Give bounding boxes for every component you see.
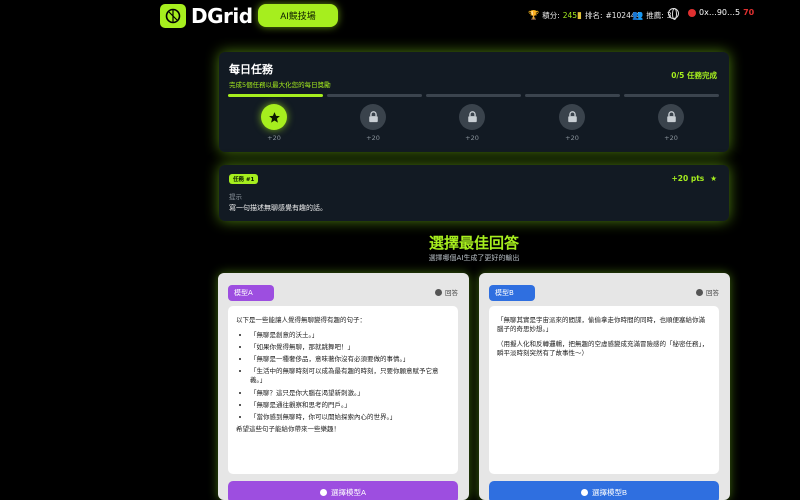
task-number-badge: 任務 #1: [229, 174, 259, 184]
rank-stat: ▮ 排名: #102444: [577, 10, 640, 21]
top-bar: DGrid AI競技場 🏆 積分: 245 ▮ 排名: #102444 👥 推薦: 3…: [0, 0, 800, 32]
task-points: +20 pts ★: [672, 174, 718, 183]
response-outro: 希望這些句子能給你帶來一些樂趣！: [236, 424, 340, 433]
node-points: +20: [366, 134, 380, 142]
model-a-response: 以下是一些能讓人覺得無聊變得有趣的句子： 「無聊是創意的沃土。」 「如果你覺得無…: [228, 306, 458, 474]
points-stat: 🏆 積分: 245: [528, 10, 577, 21]
task-node-1[interactable]: [261, 104, 287, 130]
task-node-4[interactable]: [559, 104, 585, 130]
prompt-text: 寫一句描述無聊感覺有趣的話。: [229, 204, 327, 212]
task-node-2[interactable]: [360, 104, 386, 130]
star-icon: ★: [710, 174, 717, 183]
wallet-suffix: 70: [743, 8, 755, 17]
daily-subtitle: 完成5個任務以最大化您的每日獎勵: [229, 81, 331, 89]
response-paragraph: （用擬人化和反轉邏輯，把無趣的空虛感變成充滿冒險感的「秘密任務」，瞬平淡時刻突然…: [497, 340, 709, 358]
prompt-label: 提示: [229, 193, 242, 201]
model-a-card: 模型A 回答 以下是一些能讓人覺得無聊變得有趣的句子： 「無聊是創意的沃土。」 …: [218, 273, 469, 500]
node-points: +20: [465, 134, 479, 142]
model-b-tag: 模型B: [489, 285, 535, 301]
lock-icon: [567, 111, 577, 123]
points-label: 積分:: [542, 11, 560, 20]
response-intro: 以下是一些能讓人覺得無聊變得有趣的句子：: [236, 316, 366, 324]
daily-tasks-panel: 每日任務 完成5個任務以最大化您的每日獎勵 0/5 任務完成 +20 +20 +…: [219, 52, 729, 152]
model-b-response: 「無聊其實是宇宙派來的間諜，偷偷拿走你時間的同時，也順便塞給你滿腦子的奇思妙想。…: [489, 306, 719, 474]
progress-segment: [228, 94, 323, 97]
task-node-5[interactable]: [658, 104, 684, 130]
response-item: 「如果你覺得無聊，那就跳舞吧！」: [250, 343, 450, 352]
daily-progress-text: 0/5 任務完成: [671, 71, 717, 80]
model-a-tag: 模型A: [228, 285, 274, 301]
star-icon: [268, 111, 280, 123]
points-value: 245: [562, 11, 578, 20]
users-icon: 👥: [632, 10, 644, 21]
current-task-panel: 任務 #1 +20 pts ★ 提示 寫一句描述無聊感覺有趣的話。: [219, 165, 729, 221]
progress-segment: [426, 94, 521, 97]
check-circle-icon: [319, 488, 327, 496]
response-item: 「無聊是一種奢侈品，意味著你沒有必須要做的事情。」: [250, 355, 450, 364]
node-points: +20: [267, 134, 281, 142]
node-points: +20: [565, 134, 579, 142]
response-list: 「無聊是創意的沃土。」 「如果你覺得無聊，那就跳舞吧！」 「無聊是一種奢侈品，意…: [250, 331, 450, 422]
progress-segment: [525, 94, 620, 97]
compare-subtitle: 選擇哪個AI生成了更好的輸出: [428, 254, 520, 262]
choose-model-b-button[interactable]: 選擇模型B: [489, 481, 719, 500]
task-points-value: +20 pts: [671, 174, 705, 183]
response-item: 「生活中的無聊時刻可以成為最有趣的時刻，只要你願意賦予它意義。」: [250, 367, 450, 385]
brand-name[interactable]: DGrid: [191, 4, 253, 28]
reply-text: 回答: [445, 289, 458, 297]
rank-label: 排名:: [584, 11, 603, 20]
choose-label: 選擇模型A: [330, 487, 366, 497]
ranking-icon: ▮: [577, 10, 582, 21]
model-b-card: 模型B 回答 「無聊其實是宇宙派來的間諜，偷偷拿走你時間的同時，也順便塞給你滿腦…: [479, 273, 730, 500]
bot-icon: [696, 288, 703, 296]
referral-label: 推薦:: [646, 11, 664, 20]
language-globe-icon[interactable]: [668, 8, 679, 20]
task-node-3[interactable]: [459, 104, 485, 130]
model-a-reply-label: 回答: [435, 287, 458, 297]
user-wallet-menu[interactable]: 0x…90…5 70: [688, 8, 754, 17]
compare-title: 選擇最佳回答: [428, 234, 519, 252]
node-points: +20: [664, 134, 678, 142]
model-b-reply-label: 回答: [696, 287, 719, 297]
referral-stat: 👥 推薦: 3: [632, 10, 672, 21]
wallet-address: 0x…90…5: [699, 8, 741, 17]
lock-icon: [666, 111, 676, 123]
response-item: 「無聊是通往觀察和思考的門戶。」: [250, 401, 450, 410]
response-item: 「當你感到無聊時，你可以開始探索內心的世界。」: [250, 413, 450, 422]
dgrid-logo-icon[interactable]: [160, 4, 186, 28]
choose-model-a-button[interactable]: 選擇模型A: [228, 481, 458, 500]
trophy-icon: 🏆: [528, 10, 540, 21]
lock-icon: [467, 111, 477, 123]
avatar: [688, 8, 696, 17]
lock-icon: [368, 111, 378, 123]
response-item: 「無聊？這只是你大腦在渴望新刺激。」: [250, 389, 450, 398]
reply-text: 回答: [706, 289, 719, 297]
response-item: 「無聊是創意的沃土。」: [250, 331, 450, 340]
response-paragraph: 「無聊其實是宇宙派來的間諜，偷偷拿走你時間的同時，也順便塞給你滿腦子的奇思妙想。…: [497, 316, 705, 334]
progress-segment: [624, 94, 719, 97]
ai-arena-button[interactable]: AI競技場: [258, 4, 338, 27]
progress-segment: [327, 94, 422, 97]
daily-title: 每日任務: [229, 63, 273, 76]
bot-icon: [435, 288, 442, 296]
choose-label: 選擇模型B: [591, 487, 627, 497]
check-circle-icon: [580, 488, 588, 496]
